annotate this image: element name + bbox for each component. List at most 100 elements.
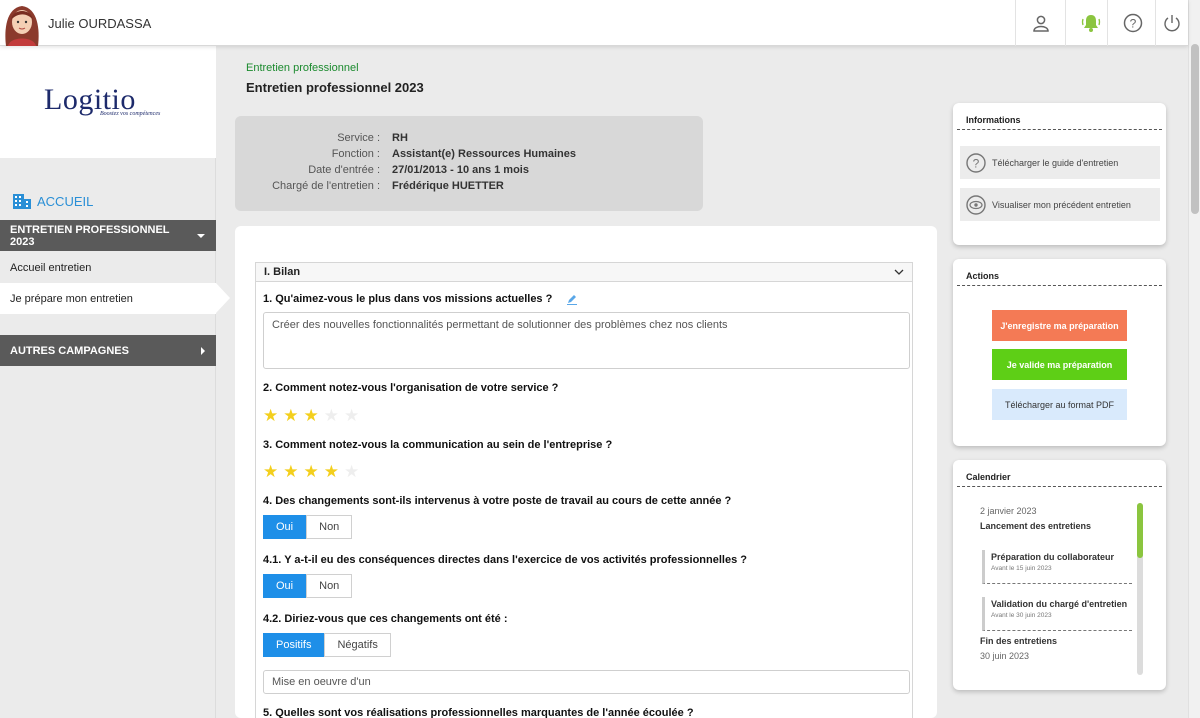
calendar-step: Validation du chargé d'entretien Avant l… (982, 597, 1132, 631)
logo-tagline: Boostez vos compétences (100, 111, 161, 117)
chevron-down-icon (894, 269, 904, 275)
previous-interview-link[interactable]: Visualiser mon précédent entretien (960, 188, 1160, 221)
date-label: Date d'entrée : (308, 164, 380, 176)
charge-label: Chargé de l'entretien : (272, 180, 380, 192)
download-pdf-button[interactable]: Télécharger au format PDF (992, 389, 1127, 420)
calendar-progress (1137, 503, 1143, 558)
sidebar-item-preparation[interactable]: Je prépare mon entretien (0, 283, 230, 314)
service-label: Service : (337, 132, 380, 144)
star-icon[interactable]: ★ (304, 407, 319, 424)
save-preparation-button[interactable]: J'enregistre ma préparation (992, 310, 1127, 341)
star-icon[interactable]: ★ (344, 463, 359, 480)
actions-panel: Actions J'enregistre ma préparation Je v… (953, 259, 1166, 446)
calendar-event: Fin des entretiens (980, 636, 1058, 646)
section-bilan: I. Bilan 1. Qu'aimez-vous le plus dans v… (255, 262, 913, 718)
pen-icon[interactable] (566, 293, 578, 305)
positive-button[interactable]: Positifs (263, 633, 325, 657)
calendar-date: 2 janvier 2023 (980, 506, 1037, 516)
sidebar-item-home[interactable]: ACCUEIL (12, 192, 93, 210)
question-5: 5. Quelles sont vos réalisations profess… (263, 707, 694, 718)
star-icon[interactable]: ★ (283, 407, 298, 424)
service-value: RH (392, 132, 408, 144)
bell-icon (1081, 15, 1100, 32)
star-icon[interactable]: ★ (304, 463, 319, 480)
breadcrumb[interactable]: Entretien professionnel (246, 62, 359, 74)
sidebar: Logitio Boostez vos compétences ACCUEIL … (0, 46, 230, 718)
question-1-label: 1. Qu'aimez-vous le plus dans vos missio… (263, 293, 553, 305)
question-4-2-choice: Positifs Négatifs (263, 633, 391, 657)
caret-down-icon (197, 233, 206, 238)
calendar-title: Calendrier (957, 472, 1162, 487)
question-4-2: 4.2. Diriez-vous que ces changements ont… (263, 613, 508, 625)
previous-interview-label: Visualiser mon précédent entretien (992, 199, 1131, 210)
eye-icon (966, 194, 986, 215)
calendar-step: Préparation du collaborateur Avant le 15… (982, 550, 1132, 584)
star-icon[interactable]: ★ (263, 463, 278, 480)
rating-stars-q3[interactable]: ★ ★ ★ ★ ★ (263, 463, 359, 480)
sidebar-item-label: Je prépare mon entretien (10, 292, 133, 305)
section-header[interactable]: I. Bilan (256, 263, 912, 282)
building-icon (13, 194, 31, 209)
yes-button[interactable]: Oui (263, 515, 307, 539)
star-icon[interactable]: ★ (324, 407, 339, 424)
actions-title: Actions (957, 271, 1162, 286)
answer-1-textarea[interactable]: Créer des nouvelles fonctionnalités perm… (263, 312, 910, 369)
question-4-choice: Oui Non (263, 515, 353, 539)
rating-stars-q2[interactable]: ★ ★ ★ ★ ★ (263, 407, 359, 424)
download-guide-label: Télécharger le guide d'entretien (992, 157, 1119, 168)
question-3: 3. Comment notez-vous la communication a… (263, 439, 613, 451)
sidebar-campaign-label: ENTRETIEN PROFESSIONNEL 2023 (10, 223, 170, 248)
star-icon[interactable]: ★ (263, 407, 278, 424)
yes-button[interactable]: Oui (263, 574, 307, 598)
page-scrollbar[interactable] (1188, 0, 1200, 718)
star-icon[interactable]: ★ (283, 463, 298, 480)
logo: Logitio Boostez vos compétences (0, 46, 216, 158)
star-icon[interactable]: ★ (324, 463, 339, 480)
svg-text:?: ? (973, 156, 980, 170)
informations-title: Informations (957, 115, 1162, 130)
sidebar-other-campaigns[interactable]: AUTRES CAMPAGNES (0, 335, 216, 366)
calendar-deadline: Avant le 15 juin 2023 (991, 565, 1052, 572)
question-4-1: 4.1. Y a-t-il eu des conséquences direct… (263, 554, 747, 566)
section-title: I. Bilan (264, 266, 301, 278)
download-guide-link[interactable]: ? Télécharger le guide d'entretien (960, 146, 1160, 179)
profile-button[interactable] (1015, 0, 1065, 46)
logout-button[interactable] (1155, 0, 1188, 46)
sidebar-item-label: Accueil entretien (10, 261, 92, 274)
calendar-deadline: Avant le 30 juin 2023 (991, 612, 1052, 619)
no-button[interactable]: Non (306, 574, 353, 598)
help-circle-icon: ? (966, 152, 986, 173)
user-icon (1032, 15, 1049, 32)
calendar-date: 30 juin 2023 (980, 651, 1030, 661)
sidebar-item-accueil-entretien[interactable]: Accueil entretien (0, 252, 216, 283)
calendar-event: Validation du chargé d'entretien (991, 599, 1128, 609)
scrollbar-thumb[interactable] (1191, 44, 1199, 214)
calendar-panel: Calendrier 2 janvier 2023 Lancement des … (953, 460, 1166, 690)
star-icon[interactable]: ★ (344, 407, 359, 424)
sidebar-other-label: AUTRES CAMPAGNES (10, 344, 129, 357)
sidebar-home-label: ACCUEIL (37, 193, 94, 209)
calendar-event: Lancement des entretiens (980, 521, 1092, 531)
help-icon: ? (1123, 13, 1142, 33)
caret-right-icon (201, 346, 205, 355)
question-4: 4. Des changements sont-ils intervenus à… (263, 495, 732, 507)
user-name: Julie OURDASSA (48, 16, 152, 31)
top-bar: Julie OURDASSA ? (0, 0, 1188, 46)
answer-4-2-input[interactable]: Mise en oeuvre d'un (263, 670, 910, 694)
negative-button[interactable]: Négatifs (324, 633, 391, 657)
avatar[interactable] (0, 0, 44, 46)
validate-preparation-button[interactable]: Je valide ma préparation (992, 349, 1127, 380)
charge-value: Frédérique HUETTER (392, 180, 504, 192)
sidebar-campaign-toggle[interactable]: ENTRETIEN PROFESSIONNEL 2023 (0, 220, 216, 251)
fonction-value: Assistant(e) Ressources Humaines (392, 148, 577, 160)
svg-text:?: ? (1129, 17, 1136, 31)
calendar-scrollbar[interactable] (1137, 503, 1143, 675)
employee-info-card: Service : RH Fonction : Assistant(e) Resso… (235, 116, 703, 211)
help-button[interactable]: ? (1107, 0, 1157, 46)
calendar-event: Préparation du collaborateur (991, 552, 1115, 562)
power-icon (1164, 15, 1180, 32)
fonction-label: Fonction : (331, 148, 380, 160)
page-title: Entretien professionnel 2023 (246, 80, 424, 95)
date-value: 27/01/2013 - 10 ans 1 mois (392, 164, 529, 176)
no-button[interactable]: Non (306, 515, 353, 539)
